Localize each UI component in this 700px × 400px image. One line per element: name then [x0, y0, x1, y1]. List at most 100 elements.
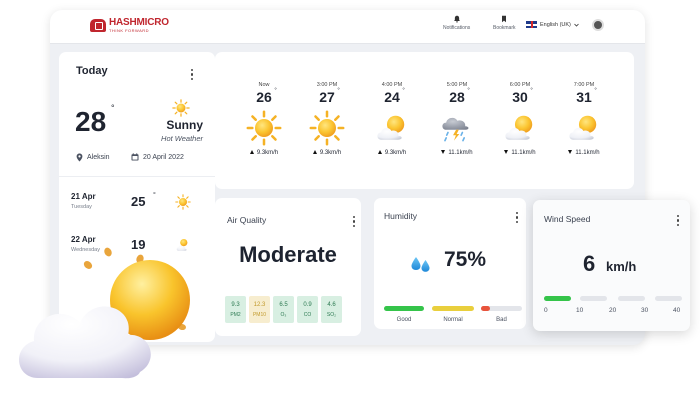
- partly-cloudy-icon: [569, 115, 597, 140]
- storm-icon: [442, 117, 469, 142]
- hourly-wind-value: 11.1km/h: [511, 150, 536, 156]
- bookmark-button[interactable]: Bookmark: [493, 15, 516, 31]
- pollutant-badge: 0.9 CO: [297, 296, 318, 323]
- wind-scale-fill: [544, 296, 571, 301]
- hourly-time: 3:00 PM: [316, 82, 338, 88]
- hourly-degree: °: [530, 88, 533, 94]
- hourly-item[interactable]: Now 26 ° 9.3km/h: [234, 82, 294, 156]
- hourly-temp: 24 °: [384, 88, 405, 105]
- wind-speed-value: 6: [583, 251, 596, 276]
- arrow-down-icon: [441, 150, 446, 154]
- wind-scale-segment: [618, 296, 645, 301]
- pollutant-value: 4.6: [327, 301, 336, 308]
- hourly-item[interactable]: 5:00 PM 28 ° 11.1km/h: [427, 82, 487, 156]
- arrow-down-icon: [504, 150, 509, 154]
- arrow-down-icon: [568, 150, 573, 154]
- arrow-up-icon: [312, 150, 317, 154]
- wind-scale-tick: 20: [609, 307, 617, 314]
- notifications-label: Notifications: [443, 25, 471, 31]
- bookmark-icon: [502, 15, 507, 23]
- today-subtitle: Hot Weather: [161, 134, 203, 143]
- pollutant-label: CO: [303, 311, 312, 318]
- pollutant-value: 12.3: [253, 301, 266, 308]
- hourly-item[interactable]: 6:00 PM 30 ° 11.1km/h: [490, 82, 550, 156]
- hourly-icon: [309, 110, 345, 146]
- user-avatar[interactable]: [592, 19, 604, 31]
- wind-scale-segment: [655, 296, 682, 301]
- language-selector[interactable]: English (UK): [526, 21, 579, 28]
- hourly-temp: 30 °: [512, 88, 533, 105]
- wind-scale-segment: [544, 296, 571, 301]
- hourly-degree: °: [337, 88, 340, 94]
- location-text: Aleksin: [87, 154, 110, 161]
- sun-icon: [309, 110, 345, 146]
- pollutant-value: 0.9: [303, 301, 312, 308]
- pollutant-badge: 6.5 O₃: [273, 296, 294, 323]
- today-temperature: 28: [75, 106, 107, 137]
- air-quality-card: Air Quality Moderate 9.3 PM2 12.3 PM10 6.5 O₃…: [215, 198, 361, 336]
- brand-logo[interactable]: HASHMICRO THINK FORWARD: [90, 18, 169, 33]
- humidity-title: Humidity: [384, 211, 418, 221]
- hourly-temp: 27 °: [319, 88, 340, 105]
- hourly-wind-value: 11.1km/h: [575, 150, 600, 156]
- today-date: 20 April 2022: [131, 153, 184, 161]
- hourly-degree: °: [274, 88, 277, 94]
- today-degree: °: [111, 103, 115, 113]
- hourly-temp: 26 °: [256, 88, 277, 105]
- humidity-more-icon[interactable]: [516, 212, 519, 223]
- hourly-item[interactable]: 3:00 PM 27 ° 9.3km/h: [297, 82, 357, 156]
- hourly-temp-value: 28: [449, 89, 465, 105]
- today-title: Today: [76, 65, 108, 77]
- air-quality-value: Moderate: [239, 242, 337, 267]
- humidity-level-label: Bad: [496, 317, 507, 323]
- sun-icon: [175, 194, 191, 210]
- forecast-degree: °: [153, 192, 156, 199]
- hourly-degree: °: [402, 88, 405, 94]
- wind-scale-tick: 40: [673, 307, 681, 314]
- pollutant-label: PM2: [230, 311, 241, 318]
- air-quality-more-icon[interactable]: [353, 216, 356, 227]
- humidity-value: 75%: [444, 248, 487, 271]
- hourly-time: 6:00 PM: [509, 82, 531, 88]
- forecast-row[interactable]: 21 Apr Tuesday 25 °: [71, 192, 206, 222]
- hourly-wind: 11.1km/h: [427, 150, 487, 156]
- arrow-up-icon: [377, 150, 382, 154]
- humidity-level-bar: [481, 306, 522, 311]
- forecast-day: Tuesday: [71, 204, 92, 210]
- today-more-icon[interactable]: [191, 69, 194, 80]
- hourly-item[interactable]: 4:00 PM 24 ° 9.3km/h: [362, 82, 422, 156]
- sun-icon: [172, 99, 190, 117]
- arrow-up-icon: [249, 150, 254, 154]
- wind-scale-tick: 30: [641, 307, 649, 314]
- hourly-time: Now: [258, 82, 270, 88]
- humidity-level-fill: [481, 306, 490, 311]
- hourly-icon: [439, 110, 475, 146]
- hourly-temp-value: 27: [319, 89, 335, 105]
- pollutant-label: PM10: [252, 311, 267, 318]
- pollutant-badge: 4.6 SO₂: [321, 296, 342, 323]
- hourly-time: 7:00 PM: [573, 82, 595, 88]
- pollutant-badge: 12.3 PM10: [249, 296, 270, 323]
- pollutant-badge: 9.3 PM2: [225, 296, 246, 323]
- hourly-temp: 31 °: [576, 88, 597, 105]
- wind-scale-segment: [580, 296, 607, 301]
- today-condition: Sunny: [166, 118, 203, 132]
- pollutant-list: 9.3 PM2 12.3 PM10 6.5 O₃ 0.9 CO 4.6 SO₂: [225, 296, 342, 323]
- hourly-temp-value: 26: [256, 89, 272, 105]
- wind-speed-more-icon[interactable]: [677, 215, 680, 226]
- hourly-wind: 9.3km/h: [297, 150, 357, 156]
- date-text: 20 April 2022: [143, 153, 184, 161]
- water-drops-icon: [411, 257, 430, 272]
- wind-speed-card: Wind Speed 6 km/h 0 10 20 30 40: [533, 200, 690, 331]
- hourly-temp-value: 31: [576, 89, 592, 105]
- humidity-level-label: Good: [396, 317, 412, 323]
- pollutant-label: O₃: [280, 311, 287, 318]
- hourly-item[interactable]: 7:00 PM 31 ° 11.1km/h: [554, 82, 614, 156]
- humidity-level-bar: [432, 306, 474, 311]
- hourly-degree: °: [594, 88, 597, 94]
- hourly-icon: [374, 110, 410, 146]
- calendar-icon: [131, 153, 139, 161]
- hourly-icon: [502, 110, 538, 146]
- notifications-button[interactable]: Notifications: [443, 15, 470, 31]
- hourly-temp-value: 30: [512, 89, 528, 105]
